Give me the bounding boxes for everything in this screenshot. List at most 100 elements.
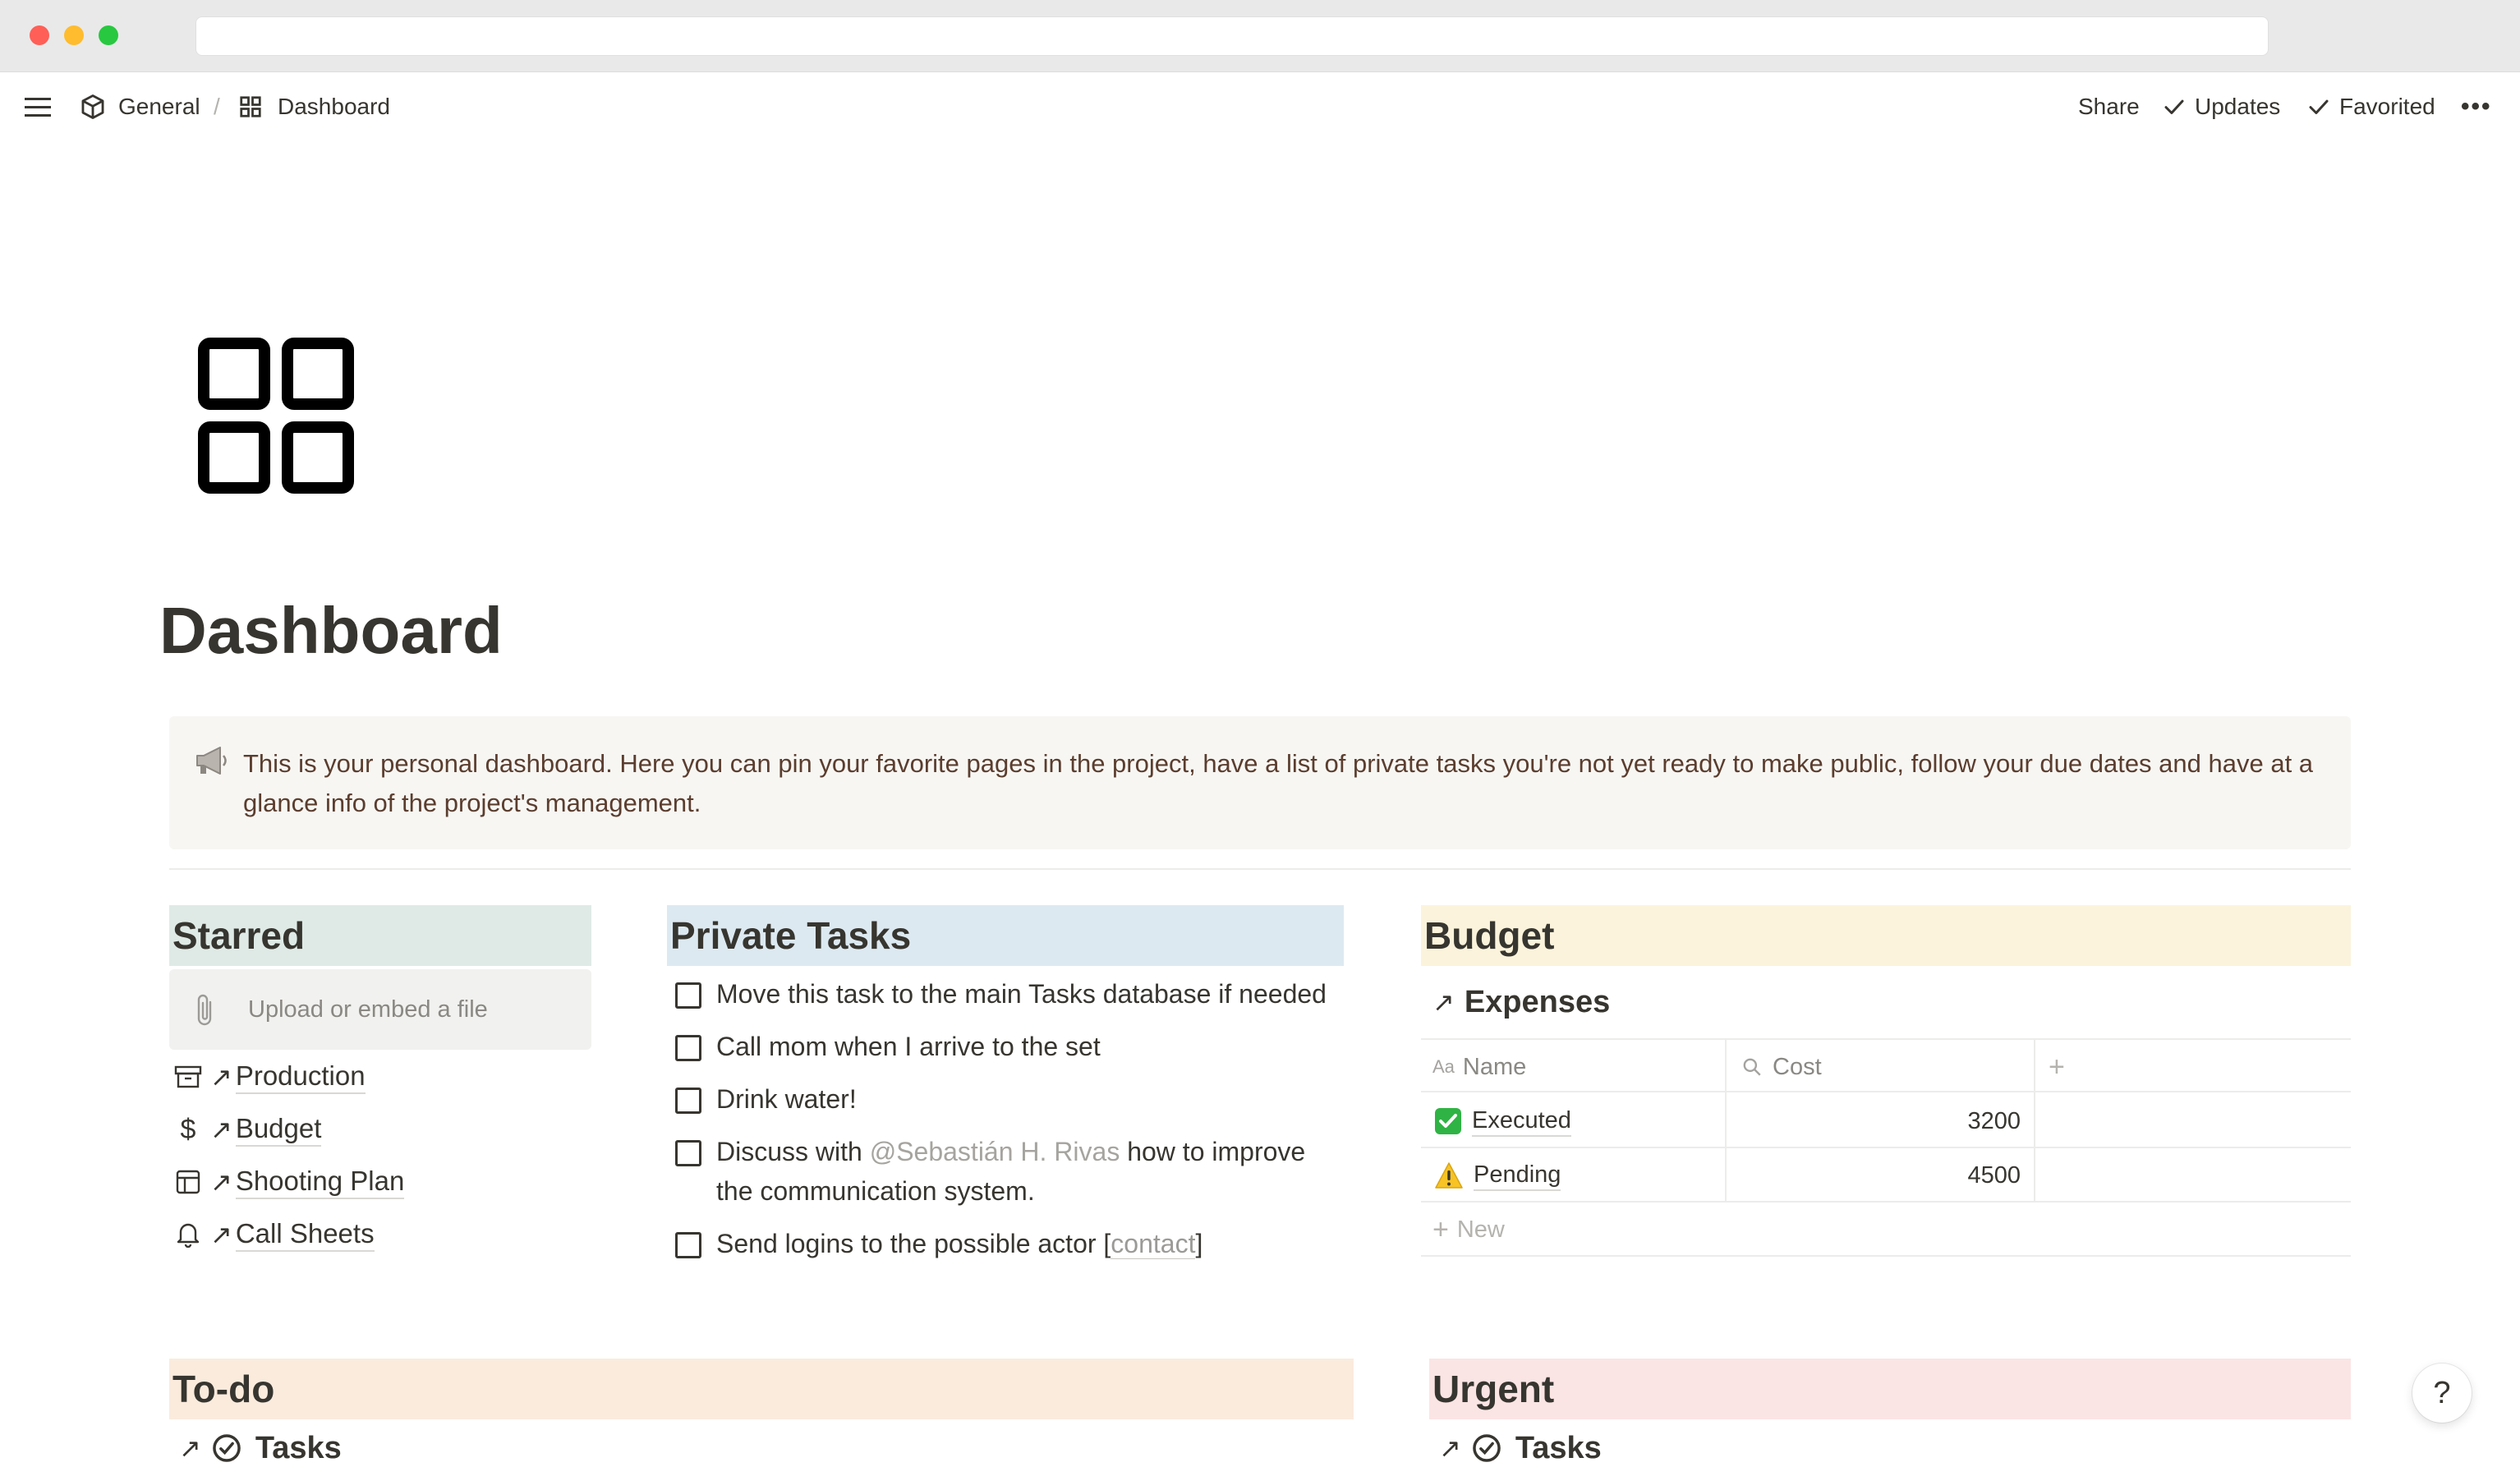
starred-link-budget[interactable]: $ ↗ Budget (172, 1106, 322, 1153)
upload-file-button[interactable]: Upload or embed a file (169, 969, 591, 1050)
favorited-button[interactable]: Favorited (2306, 72, 2435, 141)
task-checkbox[interactable] (675, 1140, 701, 1166)
close-window-button[interactable] (30, 25, 49, 45)
column-divider (1725, 1148, 1727, 1203)
bell-icon (172, 1219, 204, 1250)
new-row-label: + New (1432, 1203, 1505, 1257)
name-header-label: Name (1462, 1053, 1527, 1080)
column-divider (2034, 1148, 2035, 1203)
name-cell[interactable]: Executed (1434, 1094, 1571, 1148)
contact-link[interactable]: contact (1111, 1229, 1196, 1259)
breadcrumb-general[interactable]: General (79, 72, 200, 141)
sidebar-toggle-button[interactable] (23, 72, 53, 141)
link-arrow-icon: ↗ (210, 1220, 232, 1249)
expenses-title: Expenses (1464, 984, 1611, 1019)
todo-item: Call mom when I arrive to the set (675, 1027, 1349, 1066)
task-text[interactable]: Call mom when I arrive to the set (716, 1027, 1349, 1066)
column-divider (1725, 1094, 1727, 1148)
archive-box-icon (172, 1061, 204, 1092)
cost-cell[interactable]: 3200 (1741, 1094, 2021, 1148)
more-options-button[interactable]: ••• (2461, 72, 2492, 141)
dashboard-grid-icon[interactable] (197, 337, 361, 501)
urgent-tasks-link[interactable]: ↗ Tasks (1439, 1429, 1602, 1467)
name-cell[interactable]: Pending (1434, 1148, 1561, 1203)
table-row[interactable]: Executed 3200 (1421, 1094, 2351, 1148)
task-checkbox[interactable] (675, 1035, 701, 1061)
plus-icon: + (1432, 1213, 1449, 1245)
breadcrumb-dashboard[interactable]: Dashboard (238, 72, 390, 141)
private-tasks-heading: Private Tasks (667, 905, 1344, 966)
starred-link-label: Production (235, 1060, 366, 1094)
check-icon (2164, 99, 2184, 114)
search-icon (1743, 1058, 1761, 1076)
top-bar: General / Dashboard Share Updates Favori… (0, 72, 2520, 141)
task-checkbox[interactable] (675, 982, 701, 1009)
add-property-button[interactable]: + (2049, 1040, 2065, 1094)
share-button[interactable]: Share (2078, 72, 2140, 141)
task-text-post: ] (1195, 1229, 1203, 1258)
starred-link-label: Budget (235, 1112, 322, 1147)
starred-link-call-sheets[interactable]: ↗ Call Sheets (172, 1211, 375, 1258)
menu-icon (25, 98, 51, 117)
task-checkbox[interactable] (675, 1232, 701, 1258)
callout-text: This is your personal dashboard. Here yo… (243, 749, 2314, 817)
breadcrumb-dashboard-label: Dashboard (278, 94, 390, 119)
todo-item: Discuss with @Sebastián H. Rivas how to … (675, 1132, 1332, 1211)
link-arrow-icon: ↗ (1432, 987, 1455, 1017)
task-text[interactable]: Discuss with @Sebastián H. Rivas how to … (716, 1132, 1332, 1211)
cost-column-header[interactable]: Cost (1741, 1040, 1822, 1094)
todo-item: Move this task to the main Tasks databas… (675, 974, 1349, 1014)
favorited-label: Favorited (2339, 94, 2435, 119)
grid-icon (240, 96, 261, 117)
minimize-window-button[interactable] (64, 25, 84, 45)
link-arrow-icon: ↗ (210, 1115, 232, 1144)
task-text[interactable]: Send logins to the possible actor [conta… (716, 1224, 1349, 1263)
divider (169, 868, 2351, 870)
starred-link-shooting-plan[interactable]: ↗ Shooting Plan (172, 1158, 405, 1206)
breadcrumb-general-label: General (118, 94, 200, 119)
expenses-database-link[interactable]: ↗ Expenses (1432, 976, 1610, 1028)
task-checkbox[interactable] (675, 1088, 701, 1114)
browser-title-bar (0, 0, 2520, 72)
check-mark-button-icon (1435, 1108, 1461, 1134)
breadcrumb-separator: / (214, 94, 220, 119)
starred-link-production[interactable]: ↗ Production (172, 1053, 366, 1101)
add-row-button[interactable]: + New (1421, 1203, 2351, 1257)
callout-block: This is your personal dashboard. Here yo… (169, 716, 2351, 849)
name-column-header[interactable]: Aa Name (1432, 1040, 1526, 1094)
upload-label: Upload or embed a file (248, 996, 488, 1023)
text-property-icon: Aa (1432, 1056, 1455, 1077)
starred-link-label: Call Sheets (235, 1217, 375, 1252)
updates-button[interactable]: Updates (2162, 72, 2280, 141)
task-text-pre: Discuss with (716, 1137, 870, 1166)
todo-tasks-link[interactable]: ↗ Tasks (179, 1429, 342, 1467)
column-divider (1725, 1040, 1727, 1094)
link-arrow-icon: ↗ (210, 1167, 232, 1197)
updates-label: Updates (2195, 94, 2281, 119)
urgent-heading: Urgent (1429, 1359, 2351, 1419)
todo-heading: To-do (169, 1359, 1354, 1419)
starred-heading: Starred (169, 905, 591, 966)
warning-icon (1435, 1162, 1463, 1189)
dollar-icon: $ (180, 1113, 196, 1145)
address-bar[interactable] (195, 16, 2269, 56)
task-text[interactable]: Move this task to the main Tasks databas… (716, 974, 1349, 1014)
todo-item: Send logins to the possible actor [conta… (675, 1224, 1349, 1263)
todo-item: Drink water! (675, 1079, 1349, 1119)
cube-icon (81, 94, 104, 119)
link-arrow-icon: ↗ (179, 1433, 201, 1463)
task-text[interactable]: Drink water! (716, 1079, 1349, 1119)
paperclip-icon (197, 994, 212, 1026)
starred-link-label: Shooting Plan (235, 1165, 405, 1199)
user-mention[interactable]: @Sebastián H. Rivas (870, 1137, 1120, 1166)
maximize-window-button[interactable] (99, 25, 118, 45)
help-button[interactable]: ? (2412, 1364, 2472, 1423)
cost-cell[interactable]: 4500 (1741, 1148, 2021, 1203)
page-title[interactable]: Dashboard (159, 593, 503, 669)
row-name: Pending (1474, 1160, 1561, 1191)
column-divider (2034, 1040, 2035, 1094)
urgent-tasks-title: Tasks (1515, 1430, 1602, 1465)
table-row[interactable]: Pending 4500 (1421, 1148, 2351, 1203)
check-circle-icon (1473, 1434, 1501, 1462)
megaphone-icon[interactable] (194, 744, 230, 777)
